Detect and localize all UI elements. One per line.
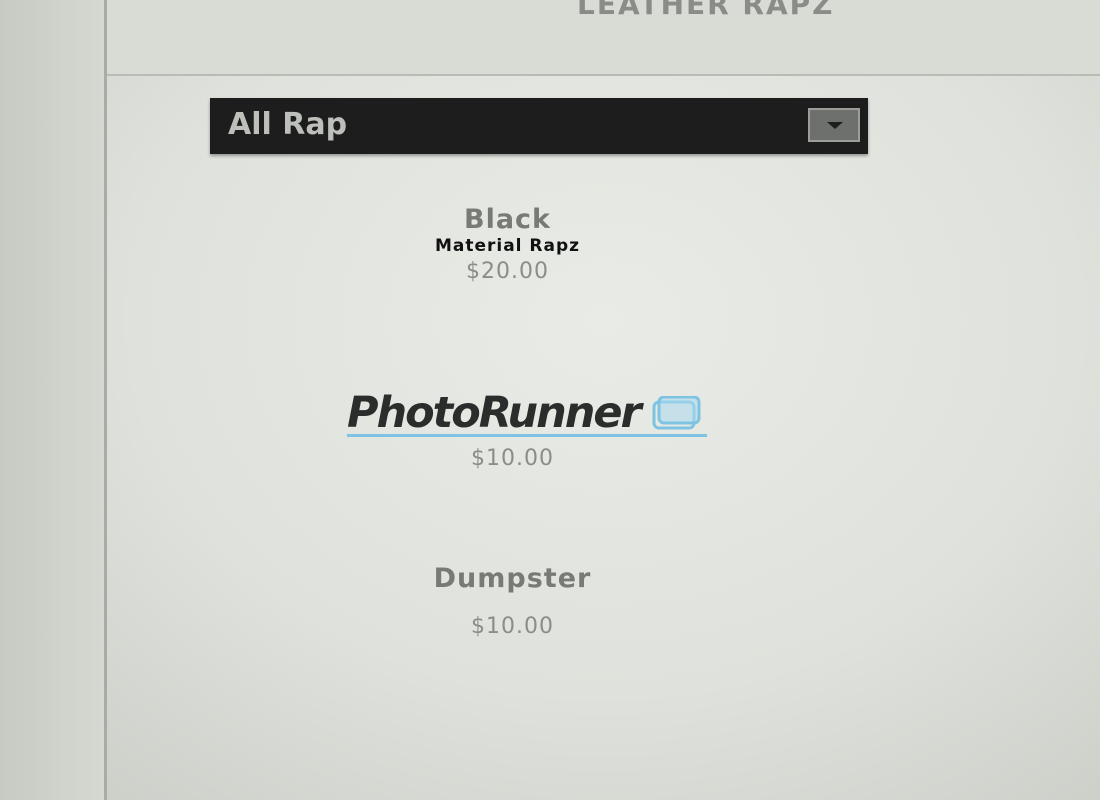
product-price: $10.00	[471, 446, 554, 471]
product-price: $20.00	[466, 259, 549, 284]
page-header: LEATHER RAPZ	[107, 0, 1100, 76]
page-title: LEATHER RAPZ	[577, 0, 835, 21]
product-item-black[interactable]: Black Material Rapz $20.00	[405, 204, 610, 284]
product-item-dumpster[interactable]: Dumpster $10.00	[395, 563, 630, 639]
watermark-underline	[347, 434, 707, 437]
watermark-text: PhotoRunner	[347, 388, 642, 438]
chevron-down-icon[interactable]	[808, 108, 860, 142]
product-item-second[interactable]: $10.00	[405, 446, 620, 471]
photorunner-watermark: PhotoRunner	[347, 388, 712, 444]
product-name: Black	[463, 204, 551, 235]
category-select-value: All Rap	[228, 107, 348, 142]
photo-stack-icon	[652, 396, 701, 430]
product-name: Dumpster	[433, 563, 592, 594]
product-price: $10.00	[471, 614, 554, 639]
product-subtitle: Material Rapz	[434, 236, 581, 256]
left-gutter	[0, 0, 107, 800]
category-select[interactable]: All Rap	[210, 98, 868, 154]
